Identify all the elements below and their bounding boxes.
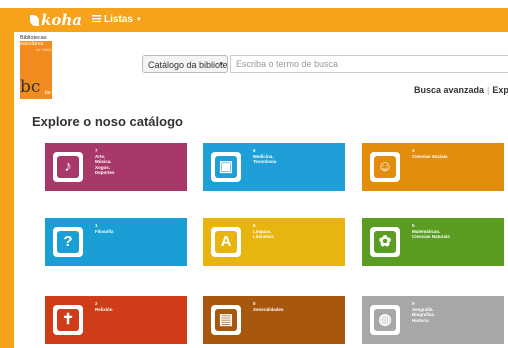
category-tile[interactable]: ▣ 6 Medicina. Tecnoloxía: [203, 143, 345, 191]
logo-line-3: de Galicia: [36, 47, 54, 52]
icon-glyph: ✿: [378, 233, 392, 250]
category-tile[interactable]: ✿ 5 Matemáticas. Ciencias Naturais: [362, 218, 504, 266]
icon-glyph: ▣: [218, 158, 234, 175]
category-tile[interactable]: ◍ 9 Xeografía. Biografías. Historia: [362, 296, 504, 344]
advanced-search-link[interactable]: Busca avanzada: [414, 85, 484, 95]
globe-icon: ◍: [370, 305, 400, 335]
chevron-down-icon: ▾: [219, 61, 223, 68]
art-icon: ♪: [53, 152, 83, 182]
religion-icon: ✝: [53, 305, 83, 335]
leaf-icon: [30, 15, 39, 26]
icon-glyph: ♪: [64, 158, 72, 175]
science-icon: ✿: [370, 227, 400, 257]
brand-name: koha: [41, 11, 83, 29]
icon-glyph: ▤: [218, 311, 234, 328]
icon-glyph: ☺: [377, 158, 393, 175]
logo-mark-sub: ba: [45, 90, 51, 96]
left-accent-bar: [0, 32, 14, 348]
window-top: [0, 0, 508, 8]
koha-logo[interactable]: koha: [30, 11, 82, 29]
tile-label: Arte. Música. Xogos. Deportes: [95, 153, 115, 176]
logo-mark: bc: [20, 77, 41, 97]
tile-label: Matemáticas. Ciencias Naturais: [412, 228, 450, 240]
category-tile[interactable]: A 8 Linguas. Literatura: [203, 218, 345, 266]
icon-glyph: ✝: [61, 311, 75, 328]
tile-label: Medicina. Tecnoloxía: [253, 153, 277, 165]
catalog-select[interactable]: Catálogo da bibliotec ▾: [142, 55, 228, 73]
letter-icon: A: [211, 227, 241, 257]
icon-glyph: A: [220, 233, 232, 250]
lists-menu[interactable]: Listas ▼: [92, 14, 142, 26]
tile-text: 5 Matemáticas. Ciencias Naturais: [412, 223, 450, 240]
search-placeholder: Escriba o termo de busca: [236, 59, 339, 69]
lists-menu-label: Listas: [104, 14, 133, 25]
catalog-select-value: Catálogo da bibliotec: [148, 60, 228, 70]
top-navbar: koha Listas ▼: [0, 8, 508, 32]
tile-label: Relixión: [95, 306, 113, 312]
tile-label: Ciencias Sociais: [412, 153, 448, 159]
page-title: Explore o noso catálogo: [32, 114, 183, 129]
thinker-icon: ?: [53, 227, 83, 257]
category-tile[interactable]: ☺ 3 Ciencias Sociais: [362, 143, 504, 191]
tile-text: 1 Filosofía: [95, 223, 114, 234]
tile-text: 7 Arte. Música. Xogos. Deportes: [95, 148, 115, 176]
category-tile[interactable]: ? 1 Filosofía: [45, 218, 187, 266]
category-tile[interactable]: ✝ 2 Relixión: [45, 296, 187, 344]
search-links: Busca avanzada|Explora: [414, 85, 508, 95]
tile-label: Xeografía. Biografías. Historia: [412, 306, 436, 323]
tile-text: 3 Ciencias Sociais: [412, 148, 448, 159]
people-icon: ☺: [370, 152, 400, 182]
tile-text: 8 Linguas. Literatura: [253, 223, 274, 240]
tile-text: 0 Xeneralidades: [253, 301, 284, 312]
icon-glyph: ◍: [378, 311, 392, 328]
robot-icon: ▣: [211, 152, 241, 182]
tile-text: 6 Medicina. Tecnoloxía: [253, 148, 276, 165]
category-tile[interactable]: ▤ 0 Xeneralidades: [203, 296, 345, 344]
link-separator: |: [487, 85, 490, 95]
search-input[interactable]: Escriba o termo de busca: [230, 55, 508, 73]
tile-label: Linguas. Literatura: [253, 228, 274, 240]
explore-link[interactable]: Explora: [492, 85, 508, 95]
list-icon: [92, 15, 101, 22]
tile-text: 9 Xeografía. Biografías. Historia: [412, 301, 435, 323]
tile-label: Xeneralidades: [253, 306, 284, 312]
library-logo-text: Bibliotecas escolares de Galicia: [20, 35, 54, 53]
category-tile[interactable]: ♪ 7 Arte. Música. Xogos. Deportes: [45, 143, 187, 191]
tile-label: Filosofía: [95, 228, 114, 234]
book-icon: ▤: [211, 305, 241, 335]
caret-down-icon: ▼: [135, 17, 142, 23]
tile-text: 2 Relixión: [95, 301, 113, 312]
icon-glyph: ?: [63, 233, 73, 250]
